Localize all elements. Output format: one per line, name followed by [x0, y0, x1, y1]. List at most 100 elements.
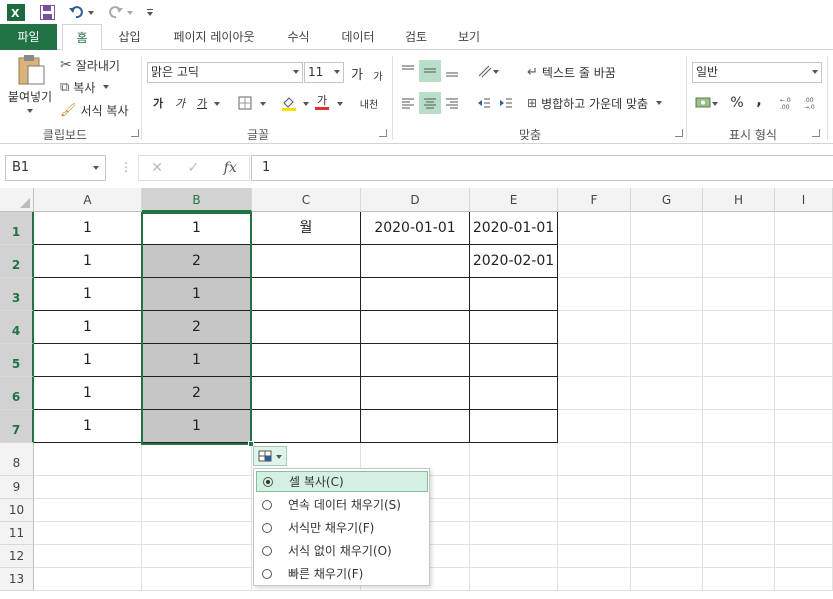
cell-f12[interactable] [558, 545, 631, 568]
cell-a5[interactable]: 1 [34, 344, 142, 377]
clipboard-launcher-icon[interactable] [131, 129, 139, 137]
cell-e4[interactable] [470, 311, 558, 344]
cell-a1[interactable]: 1 [34, 212, 142, 245]
font-launcher-icon[interactable] [379, 129, 387, 137]
insert-function-icon[interactable]: fx [224, 160, 237, 176]
cell-b6[interactable]: 2 [142, 377, 252, 410]
cell-h7[interactable] [703, 410, 775, 443]
cell-c3[interactable] [252, 278, 361, 311]
cell-i10[interactable] [775, 499, 833, 522]
underline-button[interactable]: 가 [191, 92, 213, 114]
tab-page-layout[interactable]: 페이지 레이아웃 [160, 24, 268, 50]
customize-qat-icon[interactable] [143, 2, 157, 22]
cell-a2[interactable]: 1 [34, 245, 142, 278]
cell-e8[interactable] [470, 443, 558, 476]
cell-i5[interactable] [775, 344, 833, 377]
cell-e3[interactable] [470, 278, 558, 311]
cell-e1[interactable]: 2020-01-01 [470, 212, 558, 245]
column-header-g[interactable]: G [631, 188, 703, 212]
cell-c5[interactable] [252, 344, 361, 377]
align-middle-icon[interactable] [419, 60, 441, 82]
formula-input[interactable]: 1 [251, 155, 833, 181]
cell-g11[interactable] [631, 522, 703, 545]
column-header-a[interactable]: A [34, 188, 142, 212]
row-header-7[interactable]: 7 [0, 410, 34, 443]
cell-e6[interactable] [470, 377, 558, 410]
chevron-down-icon[interactable] [337, 102, 343, 106]
borders-icon[interactable] [234, 92, 256, 114]
row-header-6[interactable]: 6 [0, 377, 34, 410]
row-header-11[interactable]: 11 [0, 522, 34, 545]
column-header-f[interactable]: F [558, 188, 631, 212]
comma-style-button[interactable]: , [748, 90, 770, 112]
tab-file[interactable]: 파일 [0, 24, 57, 50]
cell-e9[interactable] [470, 476, 558, 499]
column-header-b[interactable]: B [142, 188, 252, 212]
cell-i1[interactable] [775, 212, 833, 245]
percent-style-button[interactable]: % [726, 92, 748, 114]
cell-d6[interactable] [361, 377, 470, 410]
cell-g6[interactable] [631, 377, 703, 410]
column-header-e[interactable]: E [470, 188, 558, 212]
cell-c1[interactable]: 월 [252, 212, 361, 245]
cell-b9[interactable] [142, 476, 252, 499]
cell-h6[interactable] [703, 377, 775, 410]
cell-i2[interactable] [775, 245, 833, 278]
cell-b5[interactable]: 1 [142, 344, 252, 377]
cell-b11[interactable] [142, 522, 252, 545]
row-header-4[interactable]: 4 [0, 311, 34, 344]
cell-e13[interactable] [470, 568, 558, 591]
cell-a11[interactable] [34, 522, 142, 545]
cell-d3[interactable] [361, 278, 470, 311]
cell-h8[interactable] [703, 443, 775, 476]
cell-a12[interactable] [34, 545, 142, 568]
auto-fill-option[interactable]: 연속 데이터 채우기(S) [256, 494, 428, 515]
cell-g1[interactable] [631, 212, 703, 245]
cell-i3[interactable] [775, 278, 833, 311]
cell-i7[interactable] [775, 410, 833, 443]
auto-fill-option[interactable]: 서식 없이 채우기(O) [256, 540, 428, 561]
tab-data[interactable]: 데이터 [330, 24, 386, 50]
cell-a6[interactable]: 1 [34, 377, 142, 410]
cell-a9[interactable] [34, 476, 142, 499]
number-format-select[interactable]: 일반 [692, 62, 822, 83]
confirm-entry-icon[interactable]: ✓ [187, 160, 199, 176]
cell-d7[interactable] [361, 410, 470, 443]
cell-c6[interactable] [252, 377, 361, 410]
align-left-icon[interactable] [397, 92, 419, 114]
cell-b1[interactable]: 1 [142, 212, 252, 245]
cell-g4[interactable] [631, 311, 703, 344]
cell-g7[interactable] [631, 410, 703, 443]
tab-home[interactable]: 홈 [62, 24, 102, 51]
chevron-down-icon[interactable] [303, 102, 309, 106]
cell-d4[interactable] [361, 311, 470, 344]
number-launcher-icon[interactable] [812, 129, 820, 137]
cell-b7[interactable]: 1 [142, 410, 252, 443]
column-header-i[interactable]: I [775, 188, 833, 212]
align-center-icon[interactable] [419, 92, 441, 114]
cell-d5[interactable] [361, 344, 470, 377]
cell-i9[interactable] [775, 476, 833, 499]
cell-e10[interactable] [470, 499, 558, 522]
cell-g8[interactable] [631, 443, 703, 476]
cell-i11[interactable] [775, 522, 833, 545]
tab-insert[interactable]: 삽입 [107, 24, 152, 50]
cell-f9[interactable] [558, 476, 631, 499]
cut-button[interactable]: ✂ 잘라내기 [60, 55, 120, 75]
accounting-format-icon[interactable] [693, 92, 721, 114]
cell-a4[interactable]: 1 [34, 311, 142, 344]
tab-review[interactable]: 검토 [393, 24, 439, 50]
cell-i12[interactable] [775, 545, 833, 568]
copy-button[interactable]: ⧉ 복사 [60, 77, 110, 97]
merge-center-button[interactable]: ⊞ 병합하고 가운데 맞춤 [527, 93, 663, 113]
increase-indent-icon[interactable] [495, 92, 517, 114]
tab-formulas[interactable]: 수식 [276, 24, 321, 50]
cell-h13[interactable] [703, 568, 775, 591]
cell-f7[interactable] [558, 410, 631, 443]
cell-h11[interactable] [703, 522, 775, 545]
cell-h1[interactable] [703, 212, 775, 245]
cell-c7[interactable] [252, 410, 361, 443]
auto-fill-options-button[interactable] [253, 446, 287, 466]
alignment-launcher-icon[interactable] [675, 129, 683, 137]
grow-font-button[interactable]: 가 [346, 62, 368, 84]
